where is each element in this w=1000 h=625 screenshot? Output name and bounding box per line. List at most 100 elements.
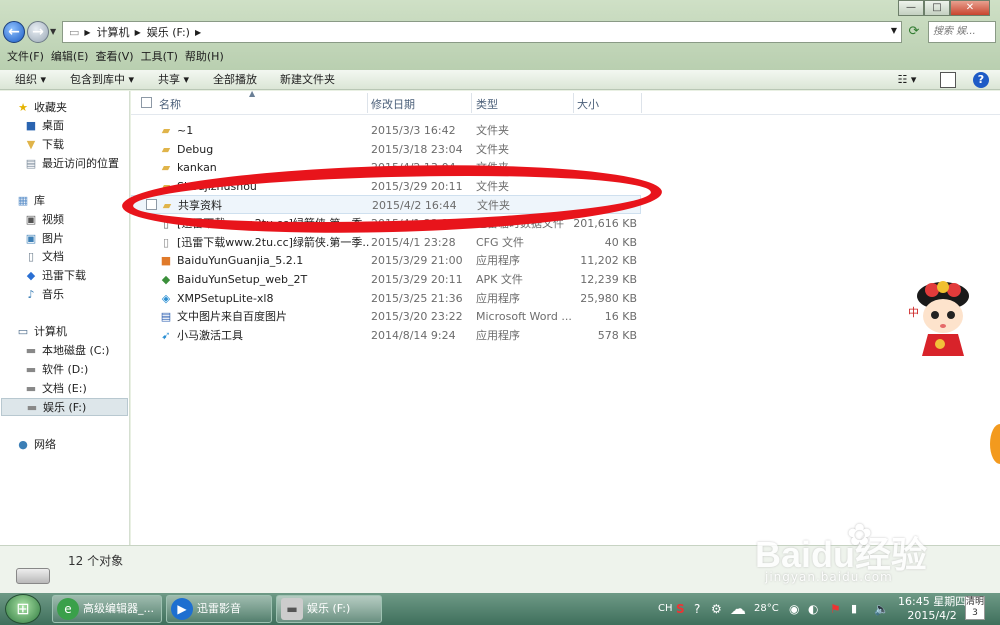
play-all-button[interactable]: 全部播放: [213, 70, 257, 90]
menu-view[interactable]: 查看(V): [95, 48, 133, 66]
file-row[interactable]: ◆ BaiduYunSetup_web_2T 2015/3/29 20:11 APK …: [131, 270, 641, 289]
nav-drive-e[interactable]: ▬ 文档 (E:): [24, 380, 87, 398]
wifi-tray-icon[interactable]: ▮: [851, 593, 857, 625]
file-row[interactable]: ▰ Debug 2015/3/18 23:04 文件夹: [131, 140, 641, 159]
file-row[interactable]: ▯ [迅雷下载www.2tu.cc]绿箭侠.第一季... 2015/4/1 23:2…: [131, 233, 641, 252]
search-input[interactable]: 搜索 娱...: [928, 21, 996, 43]
system-clock[interactable]: 16:45 星期四 2015/4/2: [898, 595, 966, 623]
nav-xunlei[interactable]: ◆ 迅雷下载: [24, 267, 86, 285]
file-row[interactable]: ▤ 文中图片来自百度图片 2015/3/20 23:22 Microsoft Word…: [131, 307, 641, 326]
navigation-pane: ★ 收藏夹 ■ 桌面 ▼ 下载 ▤ 最近访问的位置 ▦ 库 ▣ 视频 ▣ 图片 ▯ 文档 ◆ 迅雷…: [0, 91, 130, 545]
select-all-checkbox[interactable]: [141, 97, 152, 108]
nav-drive-c[interactable]: ▬ 本地磁盘 (C:): [24, 342, 110, 360]
sogou-icon[interactable]: S: [676, 593, 685, 625]
taskbar-explorer[interactable]: ▬ 娱乐 (F:): [276, 595, 382, 623]
chevron-right-icon[interactable]: ▶: [135, 28, 141, 37]
forward-button[interactable]: →: [27, 21, 49, 43]
calendar-widget[interactable]: 清明 3: [965, 596, 985, 620]
mascot-sticker: 中: [908, 278, 978, 358]
xunlei-icon: ◆: [26, 269, 36, 282]
taskbar-label: 迅雷影音: [197, 602, 241, 615]
refresh-icon[interactable]: ⟳: [904, 22, 924, 42]
file-size: 16 KB: [604, 310, 637, 323]
star-icon: ★: [18, 101, 28, 114]
file-row[interactable]: ▰ ~1 2015/3/3 16:42 文件夹: [131, 121, 641, 140]
volume-icon[interactable]: 🔈: [874, 593, 889, 625]
menu-file[interactable]: 文件(F): [7, 48, 44, 66]
back-button[interactable]: ←: [3, 21, 25, 43]
language-indicator[interactable]: CH: [658, 593, 673, 625]
column-name[interactable]: 名称: [159, 96, 181, 112]
nav-libraries[interactable]: ▦ 库: [16, 192, 45, 210]
chevron-right-icon[interactable]: ▶: [84, 28, 90, 37]
file-row[interactable]: ■ BaiduYunGuanjia_5.2.1 2015/3/29 21:00 应用程…: [131, 251, 641, 270]
maximize-button[interactable]: □: [924, 0, 950, 16]
temperature[interactable]: 28°C: [754, 593, 779, 625]
weather-cloud-icon[interactable]: ☁: [730, 593, 746, 625]
organize-button[interactable]: 组织 ▾: [15, 70, 46, 90]
file-type: 应用程序: [476, 254, 520, 267]
taskbar-editor[interactable]: e 高级编辑器_...: [52, 595, 162, 623]
baiduyun-app-icon: ■: [160, 254, 172, 267]
history-dropdown-icon[interactable]: ▼: [50, 27, 56, 36]
recent-places-icon: ▤: [25, 157, 37, 170]
column-divider[interactable]: [471, 93, 472, 113]
column-size[interactable]: 大小: [577, 96, 599, 112]
file-date: 2015/3/25 21:36: [371, 292, 463, 305]
breadcrumb-computer[interactable]: 计算机: [97, 24, 130, 40]
nav-documents[interactable]: ▯ 文档: [24, 248, 64, 266]
file-date: 2015/3/29 20:11: [371, 273, 463, 286]
address-dropdown-icon[interactable]: ▼: [891, 26, 897, 35]
settings-tray-icon[interactable]: ⚙: [711, 593, 722, 625]
nav-favorites[interactable]: ★ 收藏夹: [16, 99, 67, 117]
preview-pane-icon[interactable]: [940, 72, 956, 88]
nav-videos[interactable]: ▣ 视频: [24, 211, 64, 229]
nav-network[interactable]: ● 网络: [16, 436, 56, 454]
close-button[interactable]: ✕: [950, 0, 990, 16]
menu-tools[interactable]: 工具(T): [141, 48, 178, 66]
nav-music[interactable]: ♪ 音乐: [24, 286, 64, 304]
nav-recent[interactable]: ▤ 最近访问的位置: [24, 155, 119, 173]
file-type: 文件夹: [476, 124, 509, 137]
nav-drive-f[interactable]: ▬ 娱乐 (F:): [1, 398, 128, 416]
new-folder-button[interactable]: 新建文件夹: [280, 70, 335, 90]
mascot-text: 中: [908, 306, 919, 319]
help-tray-icon[interactable]: ?: [694, 593, 700, 625]
nav-computer[interactable]: ▭ 计算机: [16, 323, 67, 341]
nav-drive-d[interactable]: ▬ 软件 (D:): [24, 361, 88, 379]
view-options-icon[interactable]: ☷ ▾: [892, 72, 922, 88]
file-row[interactable]: ➹ 小马激活工具 2014/8/14 9:24 应用程序 578 KB: [131, 326, 641, 345]
nav-downloads[interactable]: ▼ 下载: [24, 136, 64, 154]
window-chrome: — □ ✕ ← → ▼ ▭ ▶ 计算机 ▶ 娱乐 (F:) ▶ ▼ ⟳ 搜索 娱…: [0, 0, 1000, 70]
column-divider[interactable]: [641, 93, 642, 113]
address-bar[interactable]: ▭ ▶ 计算机 ▶ 娱乐 (F:) ▶ ▼: [62, 21, 902, 43]
menu-bar: 文件(F) 编辑(E) 查看(V) 工具(T) 帮助(H): [0, 48, 1000, 66]
chevron-right-icon[interactable]: ▶: [195, 28, 201, 37]
network-tray-icon[interactable]: ◐: [808, 593, 818, 625]
file-name: BaiduYunSetup_web_2T: [177, 273, 308, 286]
qq-tray-icon[interactable]: ◉: [789, 593, 799, 625]
include-in-library-button[interactable]: 包含到库中 ▾: [70, 70, 134, 90]
help-icon[interactable]: ?: [973, 72, 989, 88]
file-icon: ▯: [162, 236, 170, 249]
apk-icon: ◆: [161, 273, 171, 286]
taskbar-label: 娱乐 (F:): [307, 602, 351, 615]
column-date[interactable]: 修改日期: [371, 96, 415, 112]
menu-edit[interactable]: 编辑(E): [51, 48, 89, 66]
flag-tray-icon[interactable]: ⚑: [830, 593, 841, 625]
minimize-button[interactable]: —: [898, 0, 924, 16]
breadcrumb-current[interactable]: 娱乐 (F:): [147, 24, 190, 40]
taskbar-xunlei-player[interactable]: ▶ 迅雷影音: [166, 595, 272, 623]
file-row[interactable]: ◈ XMPSetupLite-xl8 2015/3/25 21:36 应用程序 25,9…: [131, 289, 641, 308]
drive-icon: ▬: [25, 344, 37, 357]
menu-help[interactable]: 帮助(H): [185, 48, 224, 66]
nav-desktop[interactable]: ■ 桌面: [24, 117, 64, 135]
file-size: 25,980 KB: [580, 292, 637, 305]
start-button[interactable]: ⊞: [5, 594, 41, 624]
column-divider[interactable]: [367, 93, 368, 113]
share-button[interactable]: 共享 ▾: [158, 70, 189, 90]
nav-pictures[interactable]: ▣ 图片: [24, 230, 64, 248]
column-divider[interactable]: [573, 93, 574, 113]
column-type[interactable]: 类型: [476, 96, 498, 112]
file-type: 应用程序: [476, 292, 520, 305]
